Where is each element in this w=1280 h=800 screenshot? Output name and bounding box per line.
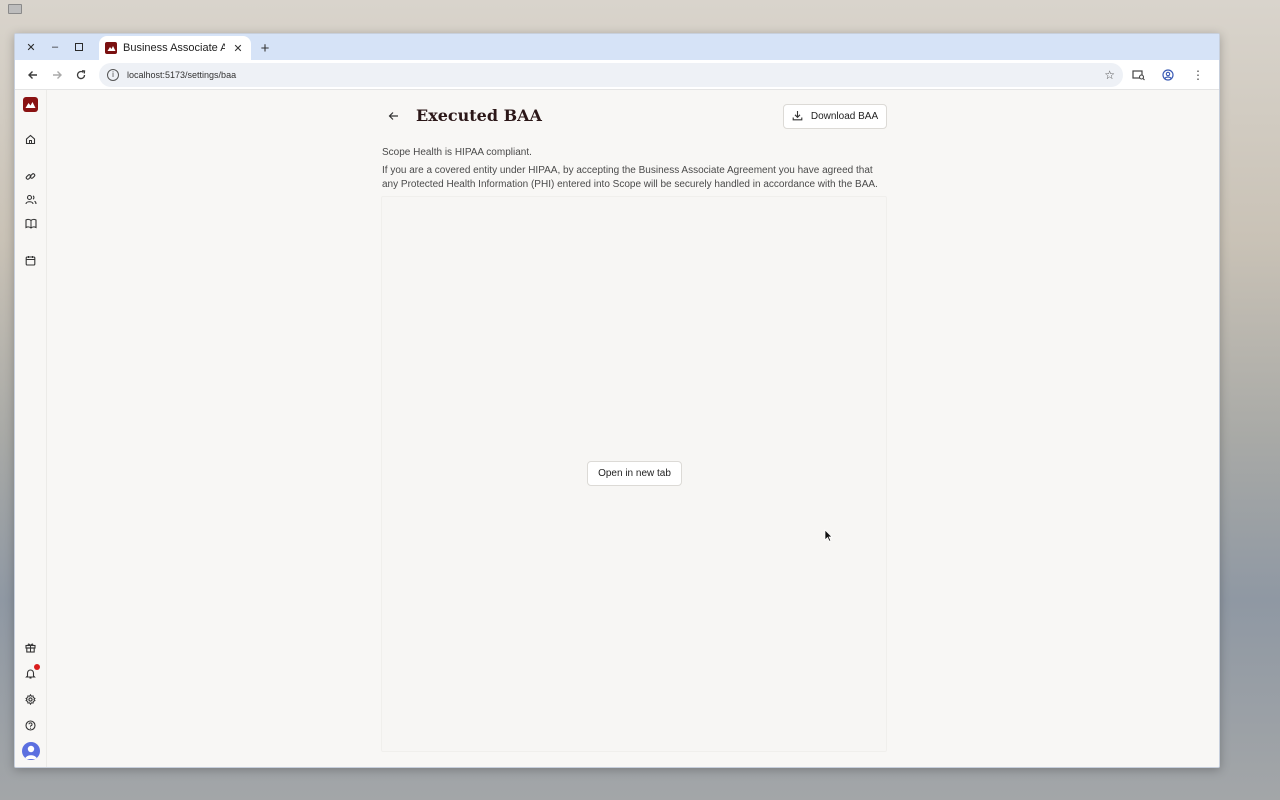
mouse-cursor-icon [824,529,833,547]
url-text: localhost:5173/settings/baa [127,69,237,80]
intro-text: Scope Health is HIPAA compliant. If you … [381,146,887,192]
bell-icon[interactable] [22,664,40,682]
bookmark-star-icon[interactable]: ☆ [1104,68,1115,82]
compliance-statement: Scope Health is HIPAA compliant. [382,147,532,158]
scope-logo[interactable] [23,97,38,112]
profile-icon[interactable] [1153,63,1183,87]
gift-icon[interactable] [22,638,40,656]
back-arrow-icon[interactable] [385,108,401,124]
baa-description: If you are a covered entity under HIPAA,… [382,165,878,190]
tab-title: Business Associate Agreement [123,42,225,54]
sidebar-top-nav [22,112,40,269]
home-icon[interactable] [22,130,40,148]
sidebar-bottom-nav [21,638,40,760]
page-header: Executed BAA Download BAA [381,90,887,146]
desktop-top-bar [0,0,1280,18]
scope-favicon-icon [105,42,117,54]
app-content: Executed BAA Download BAA Scope Health i… [15,90,1219,767]
minimize-window-icon[interactable]: – [45,37,65,57]
open-in-new-tab-button[interactable]: Open in new tab [587,461,682,486]
cast-search-icon[interactable] [1123,63,1153,87]
tab-strip: ✕ – Business Associate Agreement ✕ + [15,34,1219,60]
app-sidebar [15,90,47,767]
browser-toolbar: i localhost:5173/settings/baa ☆ ⋮ [15,60,1219,90]
notification-dot [33,664,40,670]
users-icon[interactable] [22,190,40,208]
browser-menu-icon[interactable]: ⋮ [1183,63,1213,87]
avatar[interactable] [21,742,40,760]
maximize-window-icon[interactable] [69,37,89,57]
download-icon [792,110,803,124]
help-icon[interactable] [22,716,40,734]
calendar-icon[interactable] [22,251,40,269]
document-viewer: Open in new tab [381,196,887,752]
download-button-label: Download BAA [810,111,879,122]
close-window-icon[interactable]: ✕ [21,37,41,57]
new-tab-icon[interactable]: + [253,36,277,60]
window-controls: ✕ – [15,34,89,60]
reload-icon[interactable] [69,63,93,87]
address-bar[interactable]: i localhost:5173/settings/baa ☆ [99,62,1123,87]
page-title: Executed BAA [416,106,542,125]
link-icon[interactable] [22,167,40,185]
forward-icon[interactable] [45,63,69,87]
close-tab-icon[interactable]: ✕ [231,42,245,55]
book-icon[interactable] [22,214,40,232]
back-icon[interactable] [21,63,45,87]
site-info-icon[interactable]: i [107,68,119,81]
baa-page: Executed BAA Download BAA Scope Health i… [381,90,887,752]
browser-tab[interactable]: Business Associate Agreement ✕ [99,36,251,60]
browser-window: ✕ – Business Associate Agreement ✕ + i l… [14,33,1220,768]
download-baa-button[interactable]: Download BAA [783,104,887,129]
system-menu-icon[interactable] [8,4,22,14]
gear-icon[interactable] [22,690,40,708]
